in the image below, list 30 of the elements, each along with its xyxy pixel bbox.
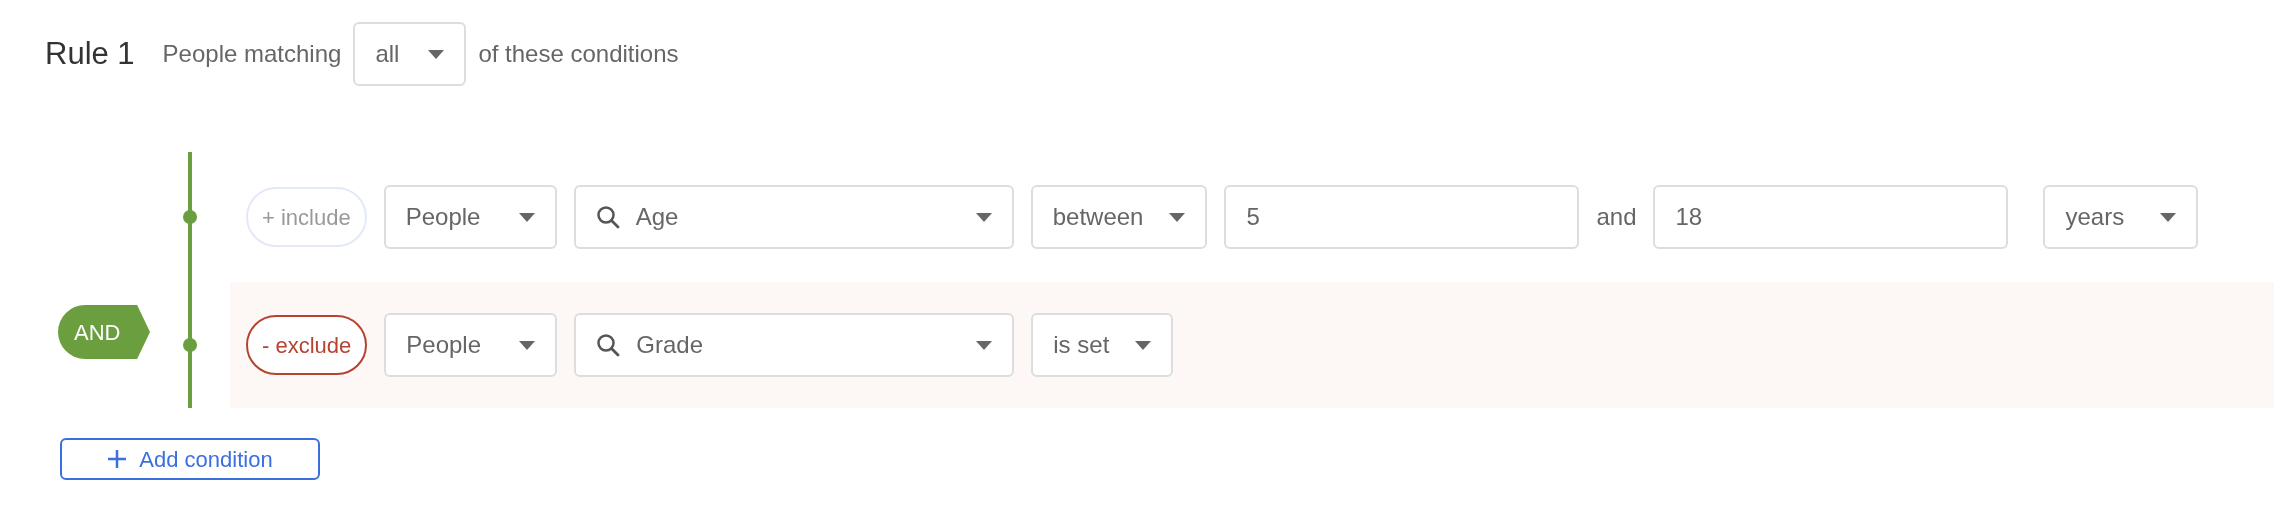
caret-icon xyxy=(428,49,445,59)
entity-dropdown[interactable]: People xyxy=(384,313,558,377)
search-icon xyxy=(596,333,621,357)
caret-icon xyxy=(975,212,992,222)
caret-icon xyxy=(1135,340,1152,350)
caret-icon xyxy=(2160,212,2177,222)
joiner-label: and xyxy=(1596,202,1637,232)
value-field[interactable]: 18 xyxy=(1653,185,2009,249)
value-field[interactable]: 5 xyxy=(1224,185,1580,249)
operator-dropdown[interactable]: between xyxy=(1030,185,1208,249)
rule-label: of these conditions xyxy=(478,39,679,69)
rule-label: People matching xyxy=(162,39,342,69)
match-dropdown[interactable]: all xyxy=(353,22,467,86)
add-condition-button[interactable]: Add condition xyxy=(60,438,320,480)
caret-icon xyxy=(976,340,993,350)
timeline-dot xyxy=(183,338,197,352)
entity-dropdown[interactable]: People xyxy=(383,185,557,249)
timeline-dot xyxy=(183,210,197,224)
operator-dropdown[interactable]: is set xyxy=(1031,313,1174,377)
caret-icon xyxy=(519,340,536,350)
caret-icon xyxy=(1169,212,1186,222)
field-dropdown[interactable]: Age xyxy=(573,185,1014,249)
caret-icon xyxy=(518,212,535,222)
mode-toggle[interactable]: - exclude xyxy=(246,315,368,375)
plus-icon xyxy=(107,449,128,469)
field-dropdown[interactable]: Grade xyxy=(574,313,1015,377)
search-icon xyxy=(595,205,620,229)
unit-dropdown[interactable]: years xyxy=(2043,185,2199,249)
rule-title: Rule 1 xyxy=(45,34,135,73)
connector-badge: AND xyxy=(58,305,150,359)
